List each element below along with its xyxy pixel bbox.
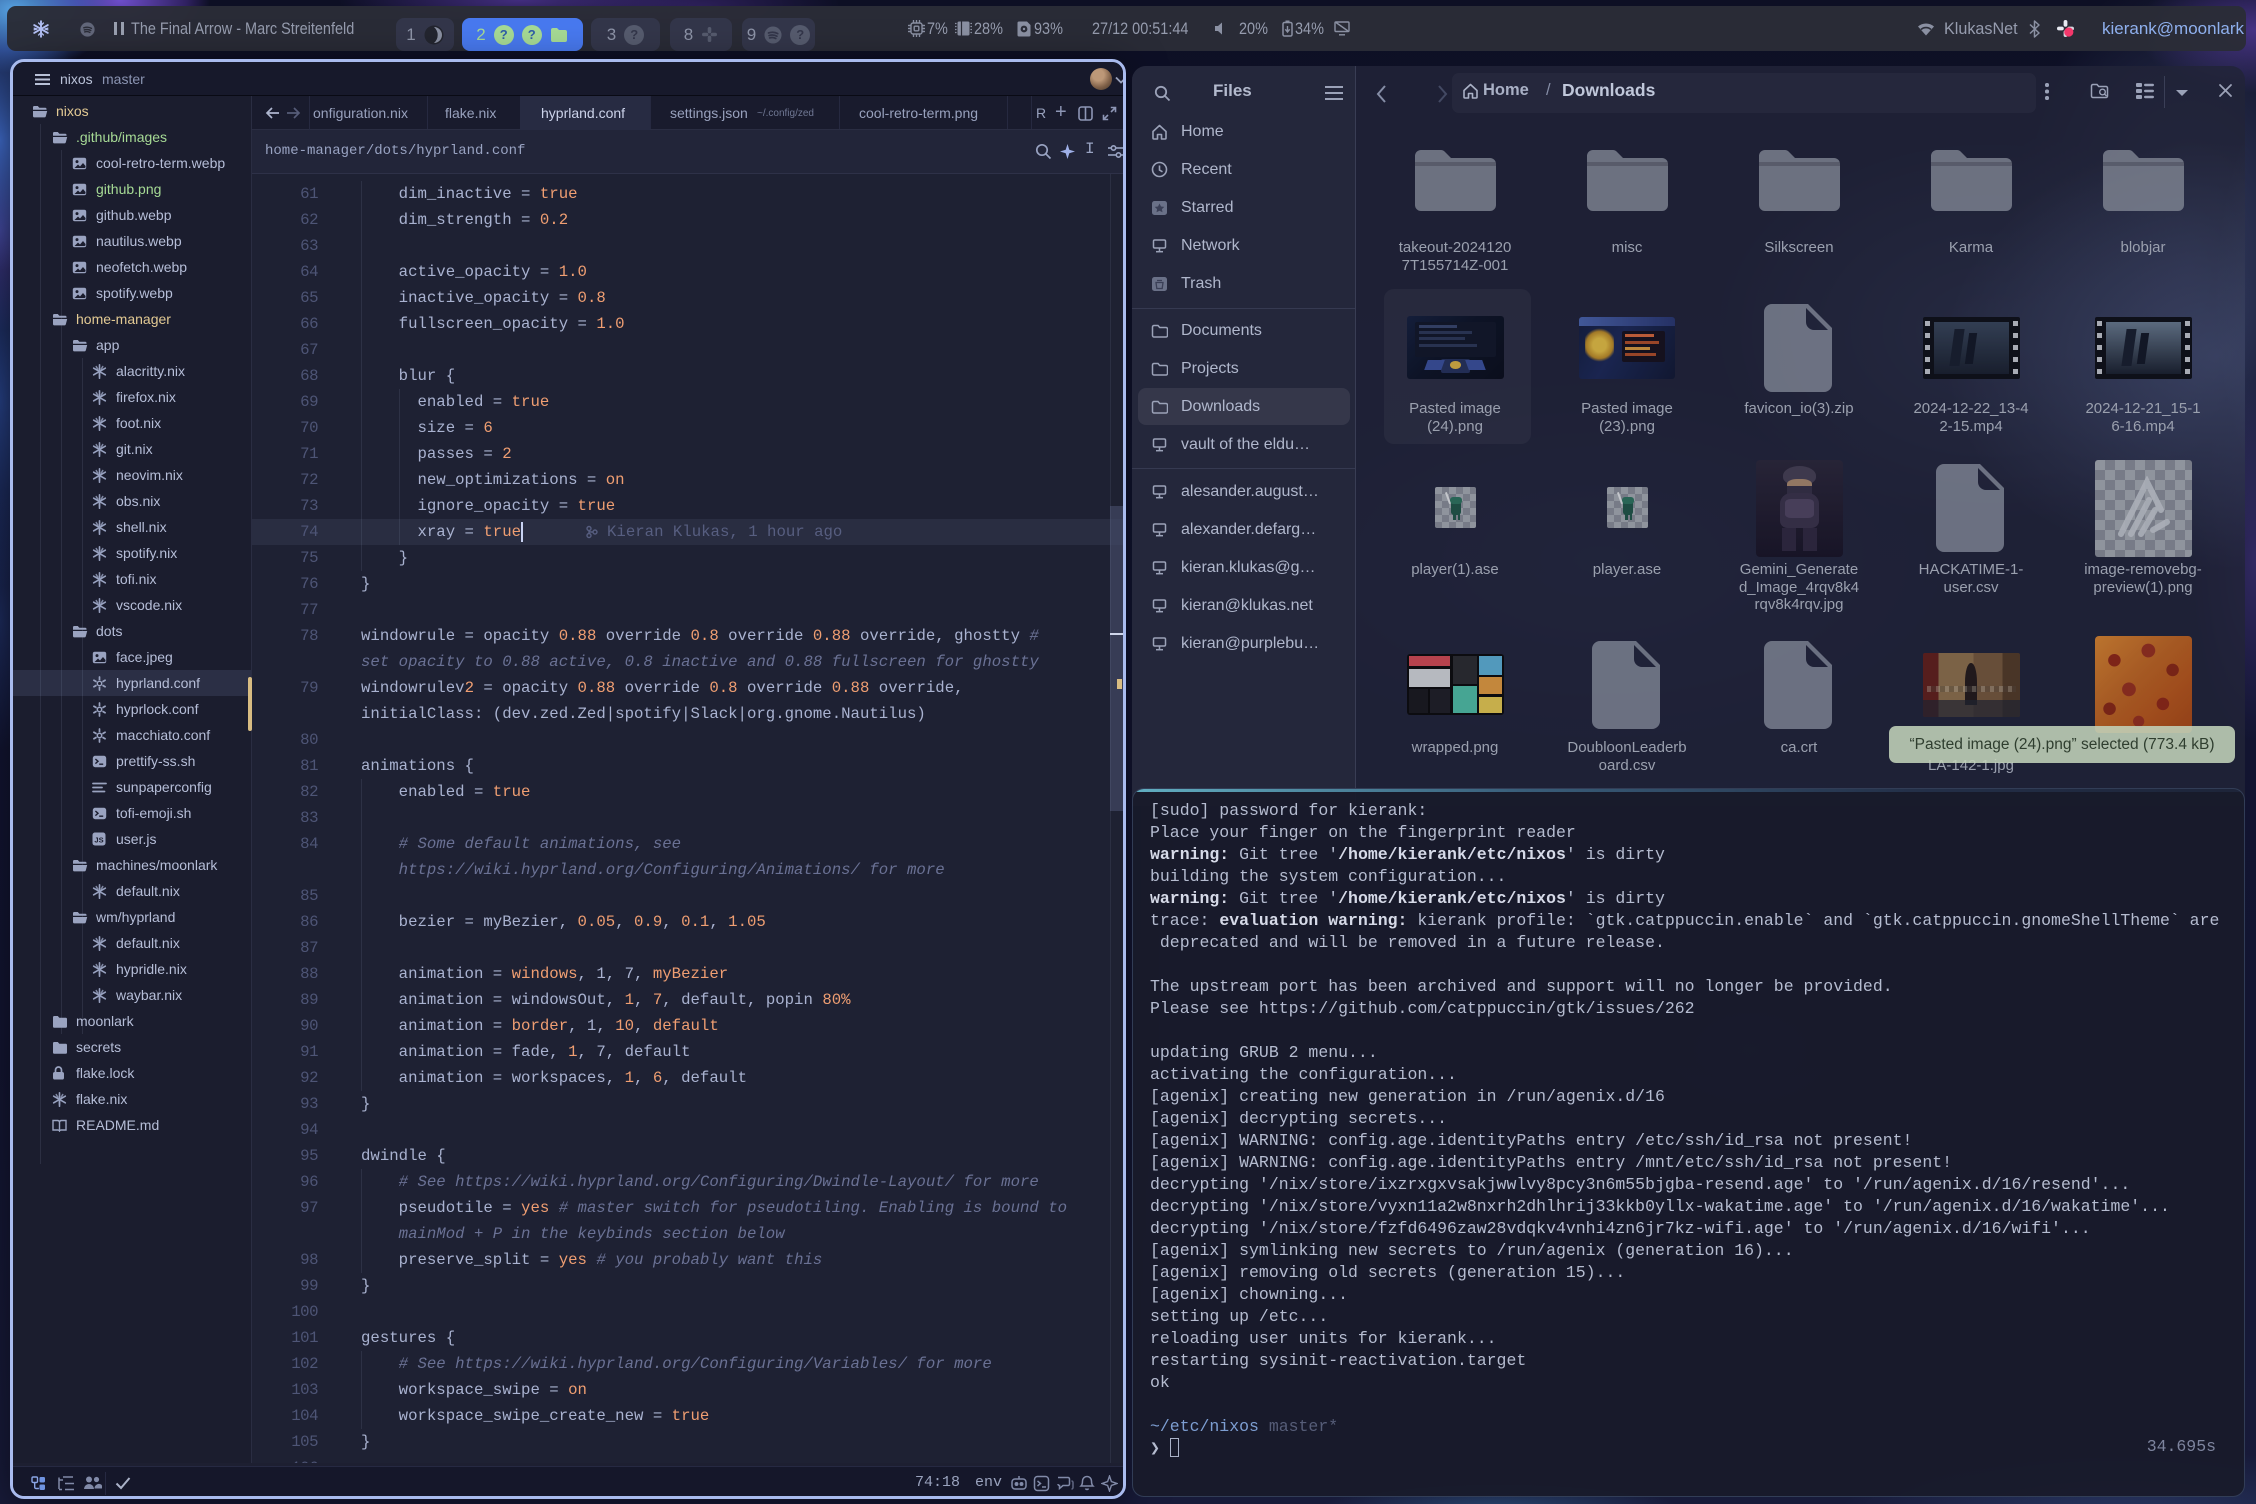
- svg-text:JS: JS: [94, 836, 103, 845]
